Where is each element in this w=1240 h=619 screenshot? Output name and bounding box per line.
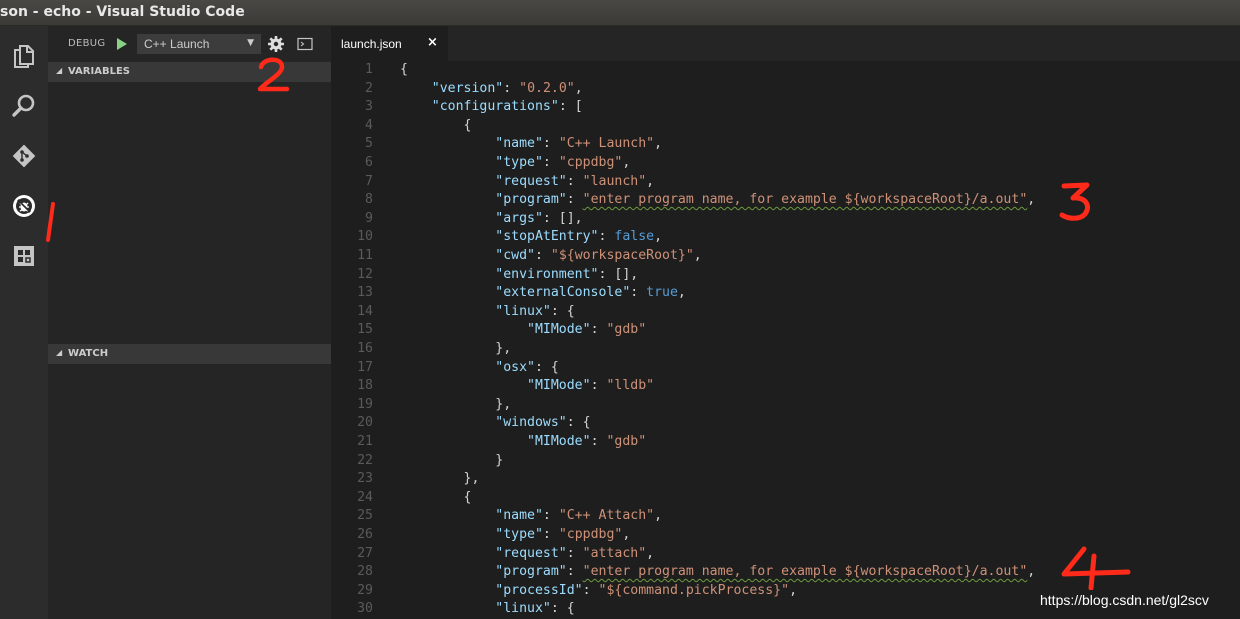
- code-line: 6 "type": "cppdbg",: [365, 155, 631, 170]
- code-line: 20 "windows": {: [357, 415, 591, 431]
- debug-sidebar: DEBUG C++ Launch ▼ ◢ VARIABLES ◢ WATCH: [48, 26, 331, 619]
- code-line: 12 "environment": [],: [357, 266, 639, 282]
- editor-area: launch.json × 1{ 2 "version": "0.2.0", 3…: [331, 26, 1240, 619]
- code-line: 18 "MIMode": "lldb": [357, 378, 655, 394]
- activity-bar: [0, 26, 48, 619]
- configuration-select[interactable]: C++ Launch ▼: [137, 34, 261, 54]
- git-button[interactable]: [0, 132, 48, 180]
- code-line: 1{: [365, 62, 408, 77]
- search-button[interactable]: [0, 82, 48, 130]
- watermark: https://blog.csdn.net/gl2scv: [1040, 592, 1209, 608]
- extensions-icon: [14, 246, 34, 266]
- code-line: 4 {: [365, 117, 472, 133]
- tab-label: launch.json: [341, 37, 402, 51]
- window-title: son - echo - Visual Studio Code: [0, 4, 245, 20]
- collapse-icon: ◢: [56, 66, 63, 75]
- code-line: 14 "linux": {: [357, 303, 575, 319]
- code-editor[interactable]: 1{ 2 "version": "0.2.0", 3 "configuratio…: [331, 61, 1240, 619]
- tab-bar: launch.json ×: [331, 26, 1240, 61]
- variables-title: VARIABLES: [68, 66, 130, 77]
- watch-title: WATCH: [68, 348, 109, 359]
- close-icon[interactable]: ×: [427, 35, 438, 50]
- code-line: 28 "program": "enter program name, for e…: [357, 564, 1036, 580]
- watch-section-header[interactable]: ◢ WATCH: [48, 344, 331, 364]
- code-line: 3 "configurations": [: [365, 99, 583, 115]
- search-icon: [12, 94, 35, 117]
- code-line: 11 "cwd": "${workspaceRoot}",: [357, 248, 702, 263]
- debug-button[interactable]: [0, 182, 48, 230]
- code-line: 24 {: [357, 489, 472, 505]
- code-line: 21 "MIMode": "gdb": [357, 434, 647, 449]
- explorer-button[interactable]: [0, 32, 48, 80]
- play-icon[interactable]: [114, 36, 130, 52]
- tab-launch-json[interactable]: launch.json ×: [331, 26, 448, 61]
- files-icon: [14, 45, 34, 68]
- debug-toolbar: DEBUG C++ Launch ▼: [48, 26, 331, 62]
- extensions-button[interactable]: [0, 232, 48, 280]
- git-icon: [12, 144, 36, 168]
- code-line: 23 },: [357, 471, 480, 487]
- gear-icon[interactable]: [267, 35, 285, 53]
- code-line: 22 }: [357, 452, 504, 468]
- code-line: 27 "request": "attach",: [357, 545, 655, 561]
- terminal-icon[interactable]: [297, 37, 313, 51]
- code-line: 13 "externalConsole": true,: [357, 285, 686, 301]
- title-bar: son - echo - Visual Studio Code: [0, 0, 1240, 26]
- code-line: 5 "name": "C++ Launch",: [365, 136, 663, 152]
- configuration-value: C++ Launch: [144, 37, 210, 51]
- code-line: 25 "name": "C++ Attach",: [357, 508, 663, 524]
- code-line: 17 "osx": {: [357, 359, 559, 375]
- code-line: 26 "type": "cppdbg",: [357, 527, 631, 542]
- code-line: 10 "stopAtEntry": false,: [357, 229, 663, 245]
- variables-section-header[interactable]: ◢ VARIABLES: [48, 62, 331, 82]
- code-line: 7 "request": "launch",: [365, 173, 655, 189]
- code-line: 19 },: [357, 396, 512, 412]
- collapse-icon: ◢: [56, 348, 63, 357]
- code-line: 9 "args": [],: [365, 210, 583, 226]
- code-line: 15 "MIMode": "gdb": [357, 322, 647, 338]
- debug-icon: [13, 195, 35, 217]
- debug-label: DEBUG: [68, 38, 106, 49]
- code-line: 2 "version": "0.2.0",: [365, 80, 583, 96]
- chevron-down-icon: ▼: [247, 38, 254, 48]
- code-line: 16 },: [357, 341, 512, 356]
- code-line: 8 "program": "enter program name, for ex…: [365, 192, 1036, 208]
